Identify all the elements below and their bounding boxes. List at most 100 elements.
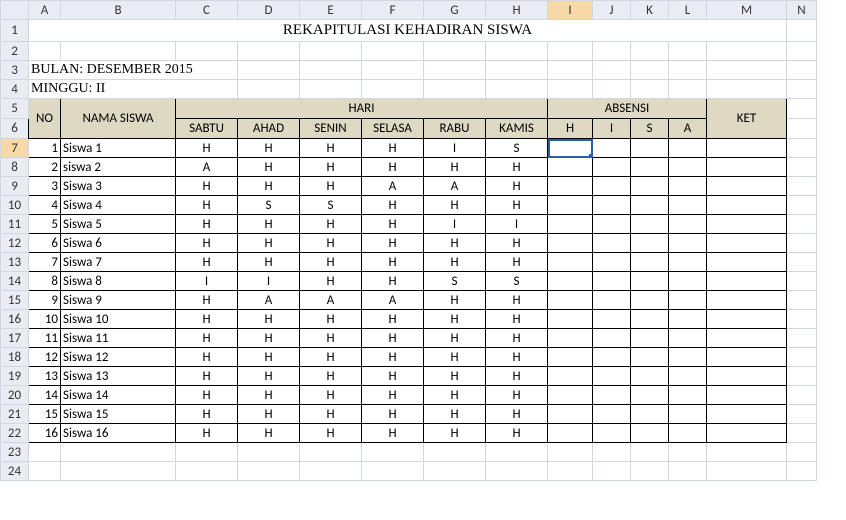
cell-no[interactable]: 15 — [29, 405, 61, 424]
cell-day[interactable]: H — [424, 310, 486, 329]
cell[interactable] — [631, 443, 669, 462]
cell-day[interactable]: A — [300, 291, 362, 310]
cell-abs[interactable] — [631, 424, 669, 443]
cell-day[interactable]: I — [424, 215, 486, 234]
cell[interactable] — [362, 61, 424, 80]
cell-day[interactable]: H — [486, 177, 548, 196]
cell[interactable] — [29, 462, 61, 481]
cell-abs[interactable] — [593, 139, 631, 158]
cell-day[interactable]: H — [486, 386, 548, 405]
cell-no[interactable]: 8 — [29, 272, 61, 291]
cell-day[interactable]: H — [362, 272, 424, 291]
cell-day[interactable]: H — [362, 253, 424, 272]
cell-abs[interactable] — [631, 310, 669, 329]
cell-day[interactable]: H — [486, 158, 548, 177]
row-header-24[interactable]: 24 — [1, 462, 29, 481]
cell-day[interactable]: H — [362, 424, 424, 443]
row-header-23[interactable]: 23 — [1, 443, 29, 462]
cell-day[interactable]: H — [362, 367, 424, 386]
cell[interactable] — [787, 215, 817, 234]
cell-day[interactable]: H — [300, 215, 362, 234]
cell-abs[interactable] — [593, 348, 631, 367]
cell[interactable] — [29, 443, 61, 462]
cell-day[interactable]: H — [176, 291, 238, 310]
cell-day[interactable]: I — [424, 139, 486, 158]
row-header-1[interactable]: 1 — [1, 20, 29, 42]
cell-abs[interactable] — [631, 386, 669, 405]
cell-day[interactable]: H — [238, 405, 300, 424]
cell[interactable] — [787, 348, 817, 367]
row-header-12[interactable]: 12 — [1, 234, 29, 253]
cell-day[interactable]: H — [300, 158, 362, 177]
cell[interactable] — [176, 42, 238, 61]
cell[interactable] — [787, 386, 817, 405]
cell-ket[interactable] — [707, 158, 787, 177]
cell-day[interactable]: H — [362, 405, 424, 424]
cell-ket[interactable] — [707, 424, 787, 443]
cell[interactable] — [61, 42, 176, 61]
cell-day[interactable]: H — [300, 405, 362, 424]
row-header-15[interactable]: 15 — [1, 291, 29, 310]
cell-no[interactable]: 13 — [29, 367, 61, 386]
cell[interactable] — [787, 196, 817, 215]
row-header-14[interactable]: 14 — [1, 272, 29, 291]
row-header-4[interactable]: 4 — [1, 80, 29, 99]
cell-abs[interactable] — [631, 158, 669, 177]
cell-day[interactable]: H — [238, 348, 300, 367]
cell-abs[interactable] — [593, 386, 631, 405]
cell[interactable] — [787, 139, 817, 158]
col-header-C[interactable]: C — [176, 1, 238, 20]
cell-day[interactable]: H — [486, 367, 548, 386]
cell-abs[interactable] — [548, 310, 593, 329]
cell-ket[interactable] — [707, 234, 787, 253]
cell-day[interactable]: H — [300, 272, 362, 291]
cell[interactable] — [424, 42, 486, 61]
cell[interactable] — [61, 443, 176, 462]
cell-day[interactable]: H — [238, 253, 300, 272]
cell[interactable] — [424, 61, 486, 80]
cell-day[interactable]: H — [238, 234, 300, 253]
cell[interactable] — [707, 80, 787, 99]
cell[interactable] — [548, 80, 593, 99]
cell[interactable] — [787, 158, 817, 177]
cell[interactable] — [593, 462, 631, 481]
row-header-11[interactable]: 11 — [1, 215, 29, 234]
cell[interactable] — [669, 462, 707, 481]
cell-day[interactable]: H — [176, 177, 238, 196]
cell[interactable] — [300, 443, 362, 462]
cell-no[interactable]: 3 — [29, 177, 61, 196]
cell-abs[interactable] — [669, 291, 707, 310]
cell-day[interactable]: H — [424, 348, 486, 367]
cell[interactable] — [669, 42, 707, 61]
cell-day[interactable]: H — [176, 424, 238, 443]
cell-day[interactable]: A — [238, 291, 300, 310]
cell[interactable] — [631, 80, 669, 99]
cell-abs[interactable] — [593, 329, 631, 348]
cell-nama[interactable]: siswa 2 — [61, 158, 176, 177]
cell-abs[interactable] — [631, 405, 669, 424]
cell-day[interactable]: H — [486, 310, 548, 329]
cell[interactable] — [424, 462, 486, 481]
cell-day[interactable]: H — [176, 348, 238, 367]
cell-ket[interactable] — [707, 386, 787, 405]
cell-day[interactable]: H — [238, 177, 300, 196]
cell-abs[interactable] — [593, 158, 631, 177]
cell-no[interactable]: 16 — [29, 424, 61, 443]
cell-day[interactable]: H — [424, 386, 486, 405]
cell-nama[interactable]: Siswa 9 — [61, 291, 176, 310]
row-header-3[interactable]: 3 — [1, 61, 29, 80]
cell[interactable] — [787, 310, 817, 329]
cell[interactable] — [593, 80, 631, 99]
cell-day[interactable]: H — [486, 253, 548, 272]
cell-day[interactable]: H — [300, 386, 362, 405]
col-header-G[interactable]: G — [424, 1, 486, 20]
cell-day[interactable]: H — [238, 367, 300, 386]
cell-abs[interactable] — [669, 139, 707, 158]
cell-day[interactable]: H — [176, 329, 238, 348]
cell[interactable] — [61, 462, 176, 481]
cell[interactable] — [787, 20, 817, 42]
cell-nama[interactable]: Siswa 3 — [61, 177, 176, 196]
row-header-22[interactable]: 22 — [1, 424, 29, 443]
cell[interactable] — [300, 61, 362, 80]
cell-day[interactable]: H — [486, 348, 548, 367]
